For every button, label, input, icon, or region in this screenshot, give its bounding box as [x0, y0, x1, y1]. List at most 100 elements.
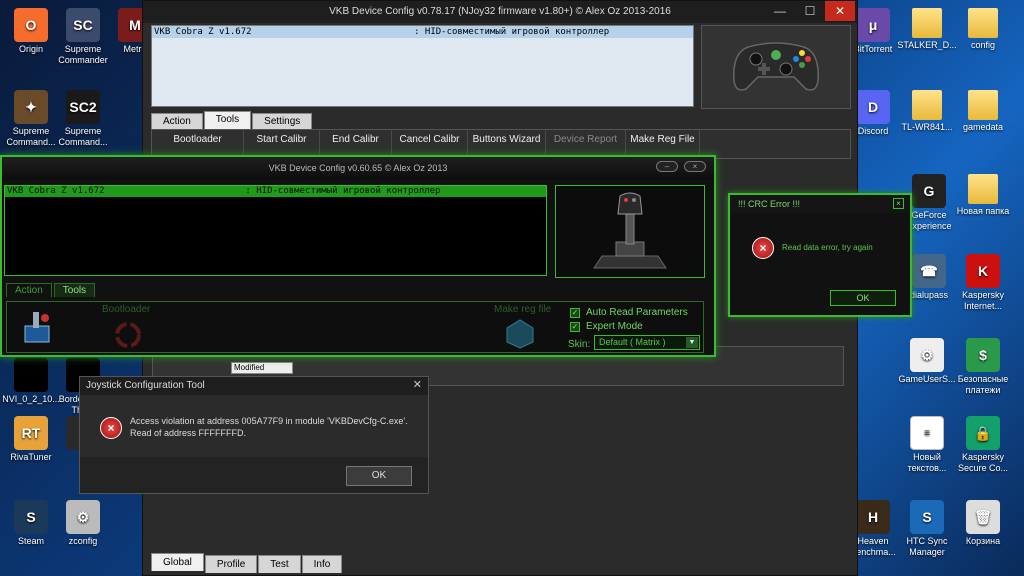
desktop-icon-label: Новый текстов...	[907, 452, 947, 473]
auto-read-label: Auto Read Parameters	[586, 307, 688, 318]
bootloader-label: Bootloader	[173, 134, 222, 145]
green-tab-tools[interactable]: Tools	[53, 283, 96, 297]
start-calibr-label: Start Calibr	[256, 134, 307, 145]
desktop-icon[interactable]: $ Безопасные платежи	[952, 334, 1014, 400]
tab-tools[interactable]: Tools	[203, 111, 252, 129]
desktop-icon-label: TL-WR841...	[901, 122, 953, 132]
app-icon: ✦	[14, 90, 48, 124]
app-icon: $	[966, 338, 1000, 372]
app-icon: ≡	[910, 416, 944, 450]
close-button[interactable]: ✕	[825, 1, 855, 21]
app-icon: RT	[14, 416, 48, 450]
desktop-icon[interactable]: K Kaspersky Internet...	[952, 250, 1014, 316]
joystick-icon	[593, 192, 667, 268]
app-icon: H	[856, 500, 890, 534]
app-icon: ⚙	[910, 338, 944, 372]
make-reg-file-label: Make Reg File	[630, 134, 695, 145]
jct-message: Access violation at address 005A77F9 in …	[130, 415, 408, 439]
desktop-icon[interactable]: S HTC Sync Manager	[896, 496, 958, 562]
green-device-row[interactable]: VKB Cobra Z v1.672 : HID-совместимый игр…	[5, 186, 546, 197]
green-bootloader-label[interactable]: Bootloader	[102, 304, 150, 315]
app-icon	[912, 8, 942, 38]
app-icon	[968, 174, 998, 204]
green-device-list[interactable]: VKB Cobra Z v1.672 : HID-совместимый игр…	[4, 185, 547, 276]
device-row[interactable]: VKB Cobra Z v1.672 : HID-совместимый игр…	[152, 26, 693, 38]
green-make-reg-label[interactable]: Make reg file	[494, 304, 551, 315]
app-icon: SC2	[66, 90, 100, 124]
expert-mode-option[interactable]: ✓ Expert Mode	[570, 321, 643, 332]
vkb-green-window: VKB Device Config v0.60.65 © Alex Oz 201…	[0, 155, 716, 357]
app-icon: S	[910, 500, 944, 534]
green-tabs: Action Tools	[6, 283, 97, 297]
desktop-icon[interactable]: ⚙ GameUserS...	[896, 334, 958, 400]
auto-read-checkbox[interactable]: ✓	[570, 307, 580, 318]
desktop-icon[interactable]: 🔒 Kaspersky Secure Co...	[952, 412, 1014, 478]
expert-mode-checkbox[interactable]: ✓	[570, 321, 580, 332]
jct-close-icon[interactable]: ✕	[413, 378, 422, 391]
desktop-icon-label: gamedata	[962, 122, 1004, 132]
desktop-icon-label: Безопасные платежи	[957, 374, 1009, 395]
skin-select[interactable]: Default ( Matrix ) ▼	[594, 335, 700, 350]
main-window-title: VKB Device Config v0.78.17 (NJoy32 firmw…	[143, 1, 857, 23]
green-tab-action[interactable]: Action	[6, 283, 52, 297]
app-icon: O	[14, 8, 48, 42]
desktop-icon[interactable]: ⚙ zconfig	[52, 496, 114, 562]
green-close-button[interactable]: ×	[684, 161, 706, 172]
access-violation-dialog: Joystick Configuration Tool ✕ × Access v…	[79, 376, 429, 494]
error-icon: ×	[100, 417, 122, 439]
recycle-icon	[115, 322, 141, 348]
jct-message-line-1: Access violation at address 005A77F9 in …	[130, 416, 408, 426]
desktop-icon-label: Supreme Command...	[58, 126, 108, 147]
usb-tool-icon	[24, 312, 50, 343]
green-window-title: VKB Device Config v0.60.65 © Alex Oz 201…	[2, 157, 714, 179]
desktop-icon-label: STALKER_D...	[897, 40, 957, 50]
desktop-icon-label: Kaspersky Secure Co...	[957, 452, 1009, 473]
tab-global[interactable]: Global	[151, 553, 204, 571]
mode-dropdown[interactable]: Modified	[231, 362, 293, 374]
green-minimize-button[interactable]: –	[656, 161, 678, 172]
maximize-button[interactable]: ☐	[795, 1, 825, 21]
desktop-icon-label: config	[970, 40, 996, 50]
desktop-icon[interactable]: config	[952, 4, 1014, 70]
tab-test[interactable]: Test	[258, 555, 301, 573]
desktop-icon[interactable]: STALKER_D...	[896, 4, 958, 70]
skin-label: Skin:	[568, 339, 591, 350]
jct-dialog-title: Joystick Configuration Tool	[80, 377, 428, 395]
main-tabs: Action Tools Settings	[151, 111, 313, 129]
crc-error-dialog: !!! CRC Error !!! × × Read data error, t…	[728, 193, 912, 317]
jct-message-line-2: Read of address FFFFFFFD.	[130, 428, 247, 438]
desktop-icon-label: zconfig	[68, 536, 98, 546]
tab-profile[interactable]: Profile	[204, 555, 258, 573]
desktop-icon-label: Новая папка	[956, 206, 1010, 216]
app-icon: K	[966, 254, 1000, 288]
app-icon: 🔒	[966, 416, 1000, 450]
auto-read-option[interactable]: ✓ Auto Read Parameters	[570, 307, 688, 318]
minimize-button[interactable]: —	[765, 1, 795, 21]
cancel-calibr-label: Cancel Calibr	[399, 134, 460, 145]
desktop-icon-label: Корзина	[965, 536, 1001, 546]
desktop-icon-label: HTC Sync Manager	[906, 536, 948, 557]
joystick-image	[555, 185, 705, 278]
device-report-label: Device Report	[553, 134, 618, 145]
window-controls: — ☐ ✕	[765, 1, 855, 21]
desktop-icon[interactable]: TL-WR841...	[896, 86, 958, 152]
crc-ok-button[interactable]: OK	[830, 290, 896, 306]
tab-settings[interactable]: Settings	[252, 113, 313, 129]
crc-close-icon[interactable]: ×	[893, 198, 904, 209]
chevron-down-icon[interactable]: ▼	[686, 337, 698, 348]
crc-dialog-title: !!! CRC Error !!!	[730, 195, 910, 213]
tab-action[interactable]: Action	[151, 113, 203, 129]
desktop-icon[interactable]: SC2 Supreme Command...	[52, 86, 114, 152]
green-window-controls: – ×	[650, 161, 706, 172]
desktop-icon[interactable]: ≡ Новый текстов...	[896, 412, 958, 478]
tab-info[interactable]: Info	[301, 555, 343, 573]
jct-ok-button[interactable]: OK	[346, 466, 412, 486]
crc-message: Read data error, try again	[782, 243, 873, 252]
desktop-icon-label: GameUserS...	[898, 374, 956, 384]
device-list[interactable]: VKB Cobra Z v1.672 : HID-совместимый игр…	[151, 25, 694, 107]
expert-mode-label: Expert Mode	[586, 321, 643, 332]
desktop-icon[interactable]: gamedata	[952, 86, 1014, 152]
desktop-icon[interactable]: 🗑 Корзина	[952, 496, 1014, 562]
app-icon: S	[14, 500, 48, 534]
desktop-icon[interactable]: Новая папка	[952, 170, 1014, 236]
